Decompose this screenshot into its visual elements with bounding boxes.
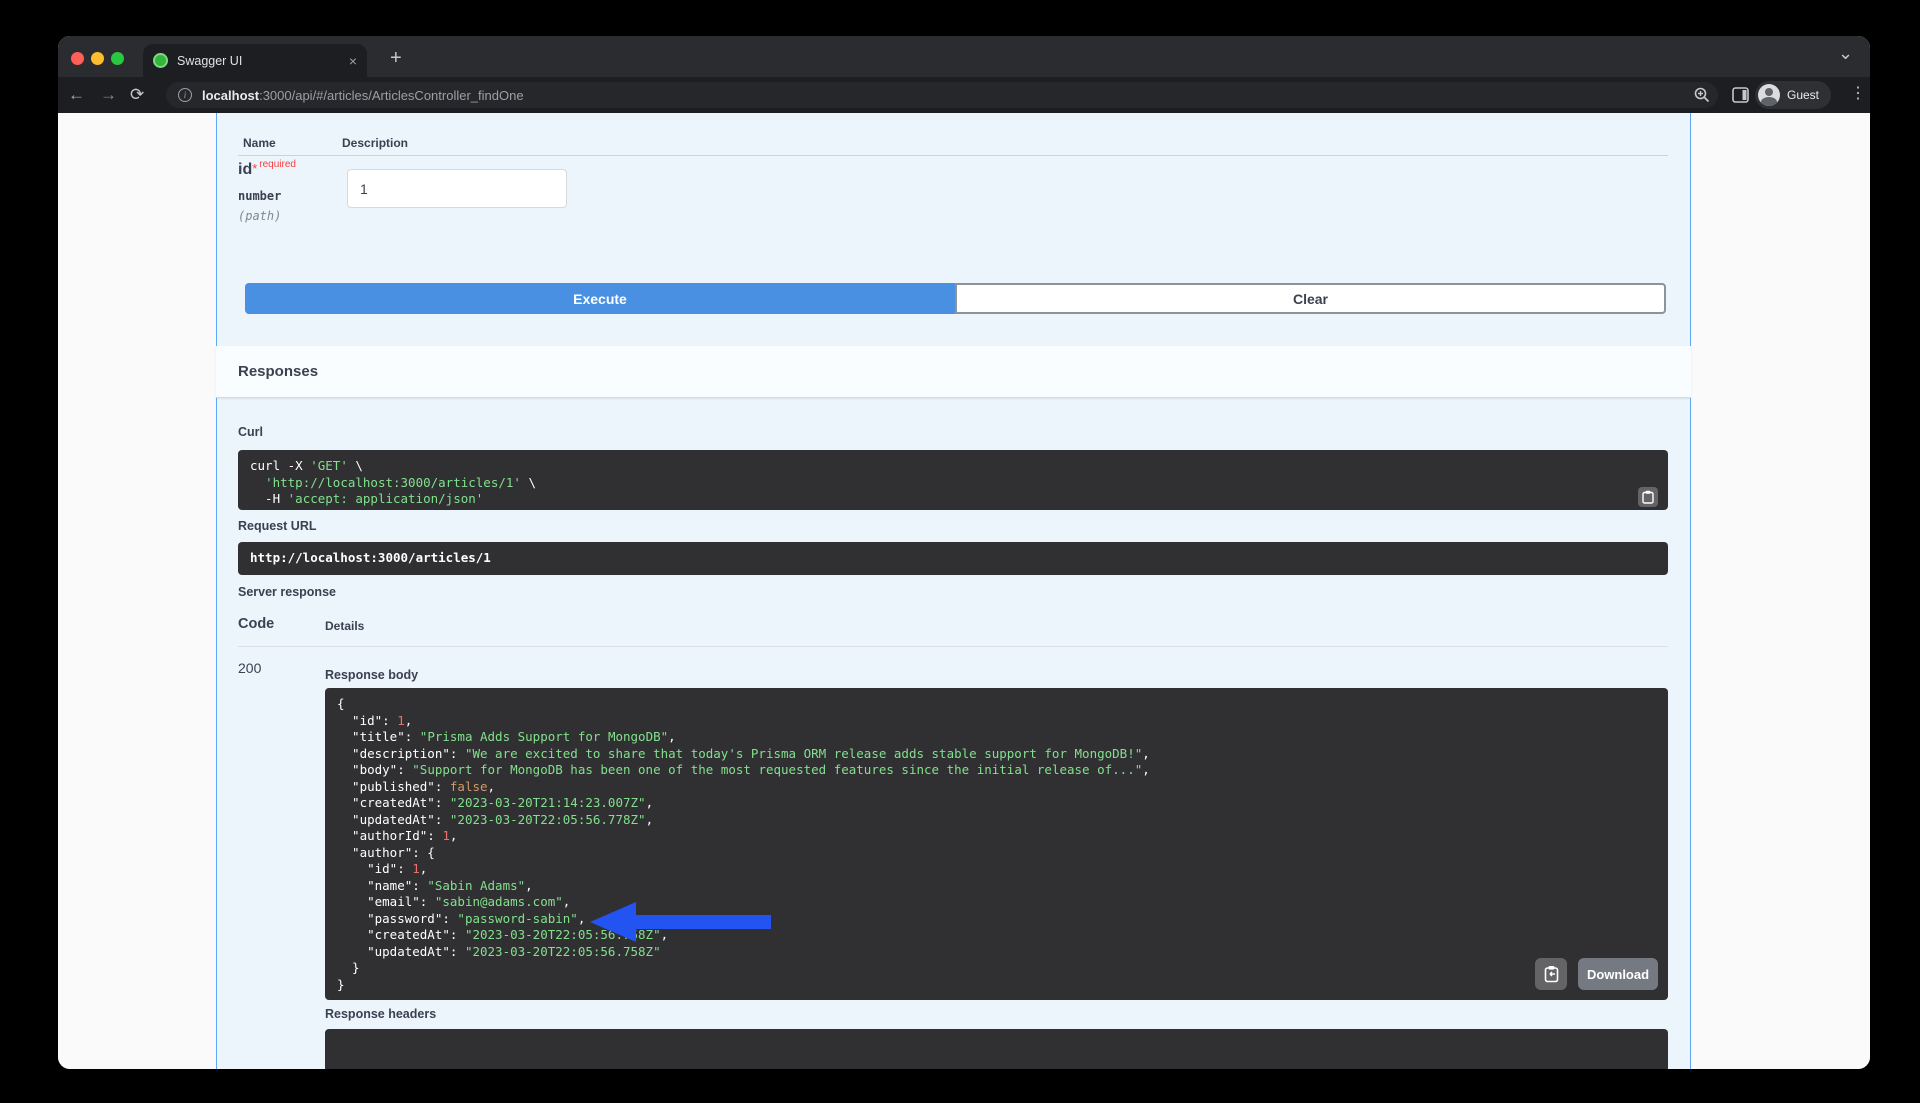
tab-search-chevron-icon[interactable]: ⌄ (1838, 44, 1853, 62)
response-headers-label: Response headers (325, 1007, 436, 1021)
profile-button[interactable]: Guest (1755, 81, 1831, 109)
server-response-label: Server response (238, 585, 336, 599)
zoom-icon[interactable] (1694, 87, 1710, 103)
swagger-favicon-icon (153, 53, 168, 68)
response-body-block: { "id": 1, "title": "Prisma Adds Support… (325, 688, 1668, 1000)
code-column-header: Code (238, 616, 274, 632)
forward-icon[interactable]: → (100, 86, 117, 103)
annotation-arrow (586, 896, 786, 948)
close-window-button[interactable] (71, 52, 84, 65)
server-response-divider (238, 646, 1668, 647)
param-col-name-header: Name (243, 136, 276, 150)
clipboard-arrow-icon (1544, 965, 1559, 983)
download-button[interactable]: Download (1578, 958, 1658, 990)
param-header-divider (238, 155, 1668, 156)
response-body-label: Response body (325, 668, 418, 682)
curl-label: Curl (238, 425, 263, 439)
address-bar[interactable]: i localhost:3000/api/#/articles/Articles… (166, 82, 1718, 108)
browser-toolbar: ← → ⟳ i localhost:3000/api/#/articles/Ar… (58, 77, 1870, 113)
swagger-page: Name Description id*required number (pat… (58, 113, 1870, 1069)
info-icon[interactable]: i (178, 88, 192, 102)
copy-response-button[interactable] (1535, 958, 1567, 990)
request-url-block: http://localhost:3000/articles/1 (238, 542, 1668, 575)
back-icon[interactable]: ← (68, 86, 85, 103)
status-code: 200 (238, 660, 261, 676)
param-id-input[interactable] (347, 169, 567, 208)
request-url-label: Request URL (238, 519, 316, 533)
browser-window: Swagger UI × + ⌄ ← → ⟳ i localhost:3000/… (58, 36, 1870, 1069)
tab-strip: Swagger UI × + ⌄ (58, 36, 1870, 77)
tab-close-icon[interactable]: × (349, 53, 357, 69)
details-column-header: Details (325, 619, 364, 633)
side-panel-icon[interactable] (1732, 87, 1749, 103)
url-path: :3000/api/#/articles/ArticlesController_… (259, 88, 523, 103)
param-id-name: id*required (238, 161, 296, 179)
maximize-window-button[interactable] (111, 52, 124, 65)
response-headers-block (325, 1029, 1668, 1069)
curl-command-block: curl -X 'GET' \ 'http://localhost:3000/a… (238, 450, 1668, 510)
execute-button[interactable]: Execute (245, 283, 955, 314)
new-tab-button[interactable]: + (390, 48, 402, 68)
copy-curl-button[interactable] (1638, 487, 1658, 507)
more-menu-icon[interactable]: ⋮ (1850, 86, 1866, 102)
tab-title: Swagger UI (177, 54, 349, 68)
reload-icon[interactable]: ⟳ (130, 86, 144, 103)
profile-label: Guest (1787, 88, 1819, 102)
param-id-location: (path) (238, 209, 281, 223)
clipboard-icon (1642, 490, 1654, 504)
responses-section-header: Responses (216, 346, 1691, 398)
avatar-icon (1758, 84, 1780, 106)
responses-title: Responses (238, 363, 318, 380)
required-star: * (252, 161, 257, 176)
url-text: localhost:3000/api/#/articles/ArticlesCo… (202, 88, 524, 103)
url-host: localhost (202, 88, 259, 103)
minimize-window-button[interactable] (91, 52, 104, 65)
tab-swagger-ui[interactable]: Swagger UI × (143, 44, 367, 77)
param-col-description-header: Description (342, 136, 408, 150)
clear-button[interactable]: Clear (955, 283, 1666, 314)
param-id-type: number (238, 189, 281, 203)
required-label: required (259, 159, 296, 170)
